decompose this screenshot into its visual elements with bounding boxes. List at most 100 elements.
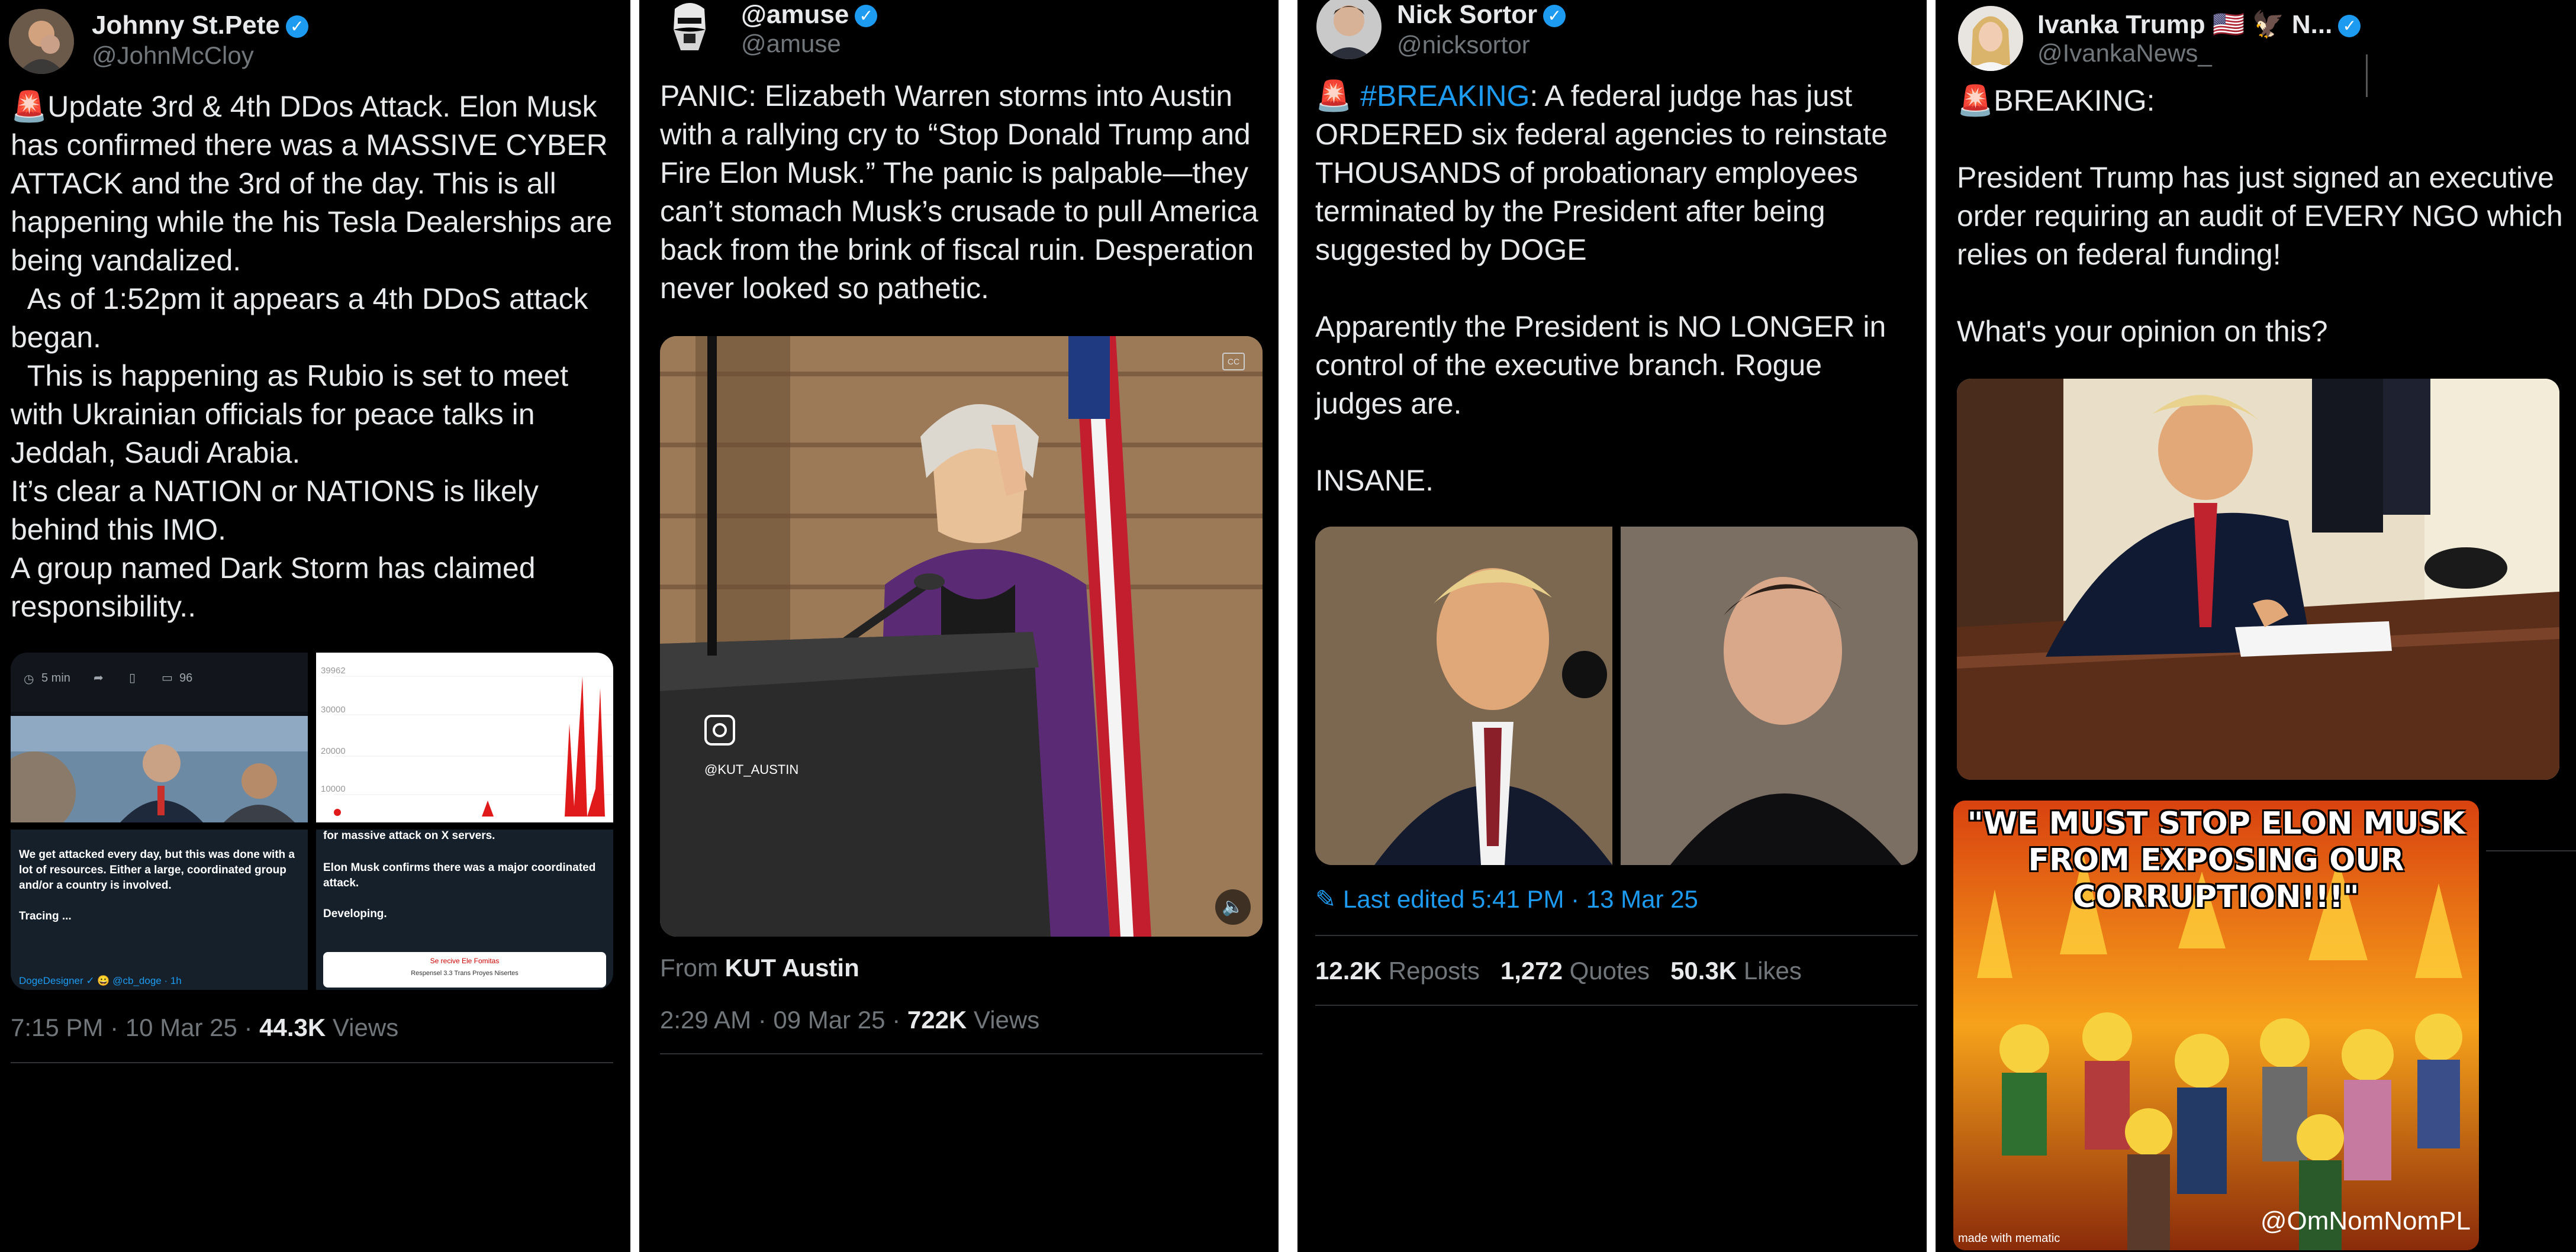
tweet-meta: 7:15 PM · 10 Mar 25 · 44.3K Views: [11, 1014, 398, 1042]
verified-badge-icon: ✓: [1543, 5, 1566, 28]
tweet-video[interactable]: CC @KUT_AUSTIN 🔈: [660, 336, 1263, 937]
bookmark-icon[interactable]: ▯: [129, 670, 136, 685]
instagram-icon: [704, 715, 735, 746]
meme-caption: "WE MUST STOP ELON MUSK FROM EXPOSING OU…: [1967, 806, 2465, 915]
video-watermark: @KUT_AUSTIN: [704, 762, 799, 777]
author-name[interactable]: Nick Sortor ✓: [1397, 0, 1566, 30]
tweet-text-content: BREAKING: President Trump has just signe…: [1957, 84, 2563, 348]
author-handle[interactable]: @amuse: [741, 30, 841, 58]
author-name-text: Nick Sortor: [1397, 0, 1538, 29]
quote-text-left: We get attacked every day, but this was …: [19, 848, 295, 922]
author-handle[interactable]: @nicksortor: [1397, 31, 1530, 59]
photo-trump-musk: [1315, 527, 1918, 865]
chart-tick: 30000: [321, 705, 346, 715]
media-article-card[interactable]: ◷ 5 min ➦ ▯ ▭ 96: [11, 653, 308, 822]
hashtag-breaking[interactable]: #BREAKING: [1360, 79, 1530, 112]
outage-chart: [334, 676, 613, 817]
tweet-panel-amuse: @amuse ✓ @amuse PANIC: Elizabeth Warren s…: [639, 0, 1279, 1252]
last-edited[interactable]: ✎ Last edited 5:41 PM · 13 Mar 25: [1315, 885, 1698, 914]
quotes-count[interactable]: 1,272: [1500, 957, 1563, 985]
article-photo-rubio: [11, 716, 308, 822]
siren-emoji-icon: 🚨: [1957, 84, 1994, 117]
meme-image[interactable]: "WE MUST STOP ELON MUSK FROM EXPOSING OU…: [1953, 801, 2479, 1250]
media-quote-card-right[interactable]: for massive attack on X servers. Elon Mu…: [316, 830, 613, 990]
mute-button-icon[interactable]: 🔈: [1215, 889, 1251, 925]
likes-count[interactable]: 50.3K: [1670, 957, 1737, 985]
media-quote-card-left[interactable]: We get attacked every day, but this was …: [11, 830, 308, 990]
avatar[interactable]: [1316, 0, 1382, 59]
reposts-label[interactable]: Reposts: [1389, 957, 1480, 985]
quote-text-right: Elon Musk confirms there was a major coo…: [323, 861, 596, 920]
views-label: Views: [967, 1006, 1040, 1034]
tweet-panel-ivanka-news: Ivanka Trump 🇺🇸 🦅 N... ✓ @IvankaNews_ 🚨BR…: [1936, 0, 2576, 1252]
from-source[interactable]: KUT Austin: [725, 954, 859, 982]
avatar[interactable]: [657, 0, 722, 62]
divider: [1315, 935, 1918, 936]
share-icon[interactable]: ➦: [94, 670, 104, 685]
views-count: 44.3K: [259, 1014, 326, 1041]
author-name-text: @amuse: [741, 0, 849, 29]
siren-emoji-icon: 🚨: [1315, 79, 1353, 112]
avatar[interactable]: [9, 9, 74, 74]
photo-oval-office: [1957, 379, 2559, 780]
tweet-text: 🚨 #BREAKING: A federal judge has just OR…: [1315, 77, 1913, 500]
divider: [2486, 850, 2576, 851]
meme-footer: made with mematic: [1958, 1232, 2060, 1245]
mini-card-line2: Respensel 3.3 Trans Proyes Nisertes: [411, 970, 519, 977]
toolbar-count: 96: [179, 672, 193, 685]
author-name[interactable]: Ivanka Trump 🇺🇸 🦅 N... ✓: [2037, 9, 2361, 40]
author-name-text: Johnny St.Pete: [92, 11, 280, 40]
timestamp[interactable]: 2:29 AM · 09 Mar 25 ·: [660, 1006, 907, 1034]
tweet-meta: 2:29 AM · 09 Mar 25 · 722K Views: [660, 1006, 1039, 1034]
quote-head-right: for massive attack on X servers.: [323, 830, 495, 842]
media-outage-chart[interactable]: 39962 30000 20000 10000: [316, 653, 613, 822]
toolbar-time: 5 min: [41, 672, 70, 685]
verified-badge-icon: ✓: [2338, 15, 2361, 38]
chart-tick: 20000: [321, 746, 346, 756]
video-frame-warren: [660, 336, 1263, 937]
divider: [1315, 1005, 1918, 1006]
author-handle[interactable]: @JohnMcCloy: [92, 41, 254, 70]
timestamp[interactable]: 7:15 PM · 10 Mar 25 ·: [11, 1014, 259, 1041]
author-name[interactable]: @amuse ✓: [741, 0, 878, 30]
author-name[interactable]: Johnny St.Pete ✓: [92, 11, 308, 40]
chart-tick: 10000: [321, 784, 346, 794]
verified-badge-icon: ✓: [285, 15, 308, 38]
views-label: Views: [326, 1014, 399, 1041]
avatar[interactable]: [1958, 6, 2023, 71]
closed-captions-button[interactable]: CC: [1222, 353, 1245, 370]
quote-author-left: DogeDesigner ✓ 😀 @cb_doge · 1h: [19, 975, 182, 986]
tweet-media-grid[interactable]: ◷ 5 min ➦ ▯ ▭ 96 39962 30000 20000 10000…: [11, 653, 613, 990]
cc-label: CC: [1227, 357, 1240, 366]
quotes-label[interactable]: Quotes: [1570, 957, 1650, 985]
views-count: 722K: [907, 1006, 967, 1034]
tweet-text: 🚨Update 3rd & 4th DDos Attack. Elon Musk…: [11, 88, 620, 626]
tweet-panel-johnny: Johnny St.Pete ✓ @JohnMcCloy 🚨Update 3rd …: [0, 0, 630, 1252]
chart-tick: 39962: [321, 666, 346, 676]
from-label: From: [660, 954, 725, 982]
meme-watermark: @OmNomNomPL: [2260, 1206, 2471, 1235]
verified-badge-icon: ✓: [855, 5, 878, 28]
tweet-text: 🚨BREAKING: President Trump has just sign…: [1957, 82, 2567, 351]
likes-label[interactable]: Likes: [1744, 957, 1802, 985]
tweet-photo-signing[interactable]: [1957, 379, 2559, 780]
divider: [660, 1053, 1263, 1054]
tweet-text-content: : A federal judge has just ORDERED six f…: [1315, 79, 1888, 497]
author-handle[interactable]: @IvankaNews_: [2037, 39, 2212, 67]
tweet-panel-nick-sortor: Nick Sortor ✓ @nicksortor 🚨 #BREAKING: A …: [1297, 0, 1927, 1252]
mini-card-line1: Se recive Ele Fomitas: [430, 957, 500, 965]
article-toolbar: ◷ 5 min ➦ ▯ ▭ 96: [11, 653, 308, 712]
divider: [11, 1062, 613, 1063]
video-source: From KUT Austin: [660, 954, 859, 982]
comment-icon[interactable]: ▭: [162, 670, 173, 685]
clock-icon: ◷: [24, 673, 34, 686]
tweet-media-pair[interactable]: [1315, 527, 1918, 865]
tweet-text-content: Update 3rd & 4th DDos Attack. Elon Musk …: [11, 90, 613, 623]
engagement-stats: 12.2K Reposts 1,272 Quotes 50.3K Likes: [1315, 957, 1802, 985]
reposts-count[interactable]: 12.2K: [1315, 957, 1382, 985]
siren-emoji-icon: 🚨: [11, 90, 48, 123]
mini-embedded-card: Se recive Ele Fomitas Respensel 3.3 Tran…: [323, 952, 606, 988]
pencil-icon: ✎: [1315, 885, 1337, 913]
last-edited-text: Last edited 5:41 PM · 13 Mar 25: [1342, 885, 1698, 913]
author-name-text: Ivanka Trump 🇺🇸 🦅 N...: [2037, 10, 2333, 39]
